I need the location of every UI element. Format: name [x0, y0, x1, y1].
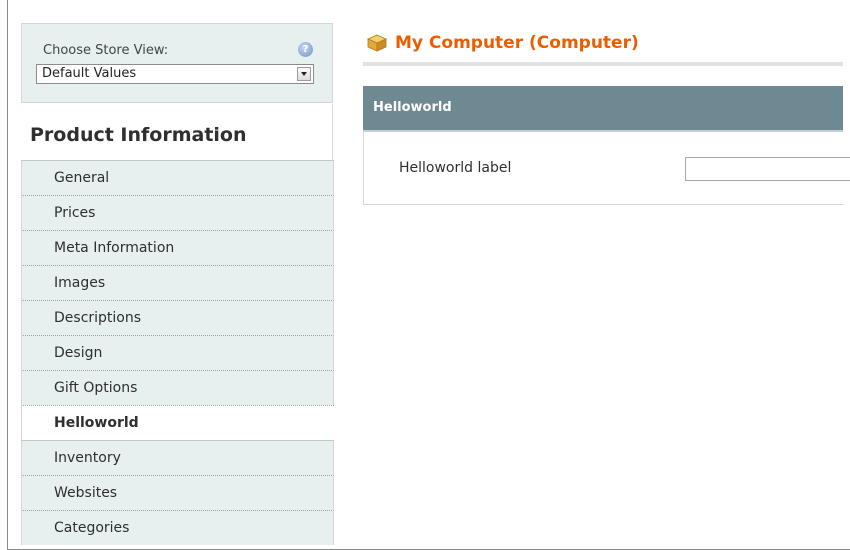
tab-categories[interactable]: Categories [21, 510, 334, 545]
tab-general[interactable]: General [21, 160, 334, 195]
tab-label: Websites [54, 485, 118, 501]
fieldset-header: Helloworld [363, 86, 843, 132]
tab-label: Images [54, 275, 106, 291]
tab-label: Helloworld [54, 415, 139, 431]
tab-label: Meta Information [54, 240, 175, 256]
tab-label: Prices [54, 205, 96, 221]
tab-label: Gift Options [54, 380, 138, 396]
page-title-text: My Computer (Computer) [395, 33, 639, 53]
product-tabs-title: Product Information [30, 124, 247, 146]
store-view-select[interactable]: Default Values [36, 64, 314, 84]
store-view-selected: Default Values [42, 66, 137, 81]
tab-label: Categories [54, 520, 130, 536]
tab-label: Descriptions [54, 310, 142, 326]
tab-gift-options[interactable]: Gift Options [21, 370, 334, 405]
tab-images[interactable]: Images [21, 265, 334, 300]
helloworld-label-caption: Helloworld label [399, 160, 512, 176]
product-box-icon [367, 34, 387, 52]
tab-label: Inventory [54, 450, 121, 466]
tab-inventory[interactable]: Inventory [21, 440, 334, 475]
fieldset-legend: Helloworld [373, 100, 452, 115]
tab-websites[interactable]: Websites [21, 475, 334, 510]
chevron-down-icon[interactable] [297, 67, 311, 81]
tab-meta-information[interactable]: Meta Information [21, 230, 334, 265]
product-tabs: General Prices Meta Information Images D… [21, 160, 334, 545]
fieldset-body: Helloworld label [363, 132, 850, 205]
tab-design[interactable]: Design [21, 335, 334, 370]
help-icon[interactable]: ? [298, 42, 313, 57]
helloworld-label-input[interactable] [685, 157, 850, 181]
tab-label: General [54, 170, 110, 186]
store-switcher: Choose Store View: Default Values [21, 23, 333, 103]
tab-label: Design [54, 345, 103, 361]
product-tabs-header: Product Information [21, 104, 333, 162]
tab-prices[interactable]: Prices [21, 195, 334, 230]
title-divider [363, 62, 843, 66]
store-switcher-label: Choose Store View: [43, 43, 169, 58]
tab-helloworld[interactable]: Helloworld [21, 405, 334, 440]
tab-descriptions[interactable]: Descriptions [21, 300, 334, 335]
